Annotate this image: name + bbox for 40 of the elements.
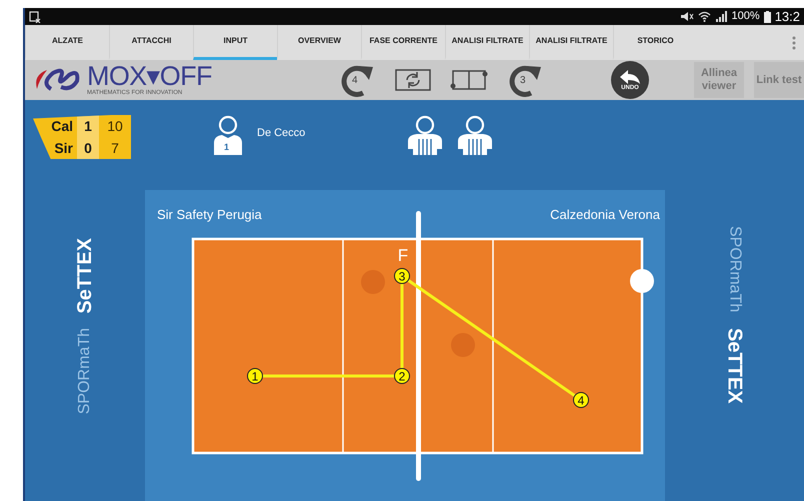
referee-icon [458, 115, 492, 155]
ball-marker [630, 269, 654, 293]
referee-icon [408, 115, 442, 155]
setter-name: De Cecco [257, 126, 306, 141]
team-abbreviation: Cal [50, 116, 74, 136]
team-name: Sir Safety Perugia [157, 206, 262, 224]
player-icon [213, 115, 243, 155]
set-count: 0 [77, 137, 99, 159]
set-count: 1 [77, 115, 99, 137]
point-count: 7 [110, 138, 120, 158]
rotation-count: 4 [352, 74, 358, 88]
net-label: F [398, 246, 408, 265]
brand-tagline: SPORmaTh [726, 226, 744, 312]
app-notification-icon [29, 10, 41, 22]
swap-icon [395, 67, 431, 93]
battery-percent: 100% [732, 9, 760, 24]
brand-wordmark: SeTTEX [724, 328, 746, 404]
point-count: 10 [106, 116, 124, 136]
battery-icon [764, 10, 771, 22]
jersey-number: 1 [224, 142, 230, 152]
team-name: Calzedonia Verona [550, 206, 660, 224]
rotation-count: 3 [520, 74, 526, 88]
touch-marker: 3 [394, 268, 410, 284]
rotate-icon [339, 63, 375, 97]
undo-icon [619, 68, 641, 84]
mute-icon [680, 11, 694, 22]
touch-marker: 4 [573, 392, 589, 408]
rotate-button[interactable]: 4 [337, 61, 377, 99]
logo-wordmark: MOX▾OFF [87, 63, 212, 89]
brand-tagline: SPORmaTh [76, 328, 94, 414]
team-abbreviation: Sir [53, 138, 74, 158]
touch-marker: 2 [394, 368, 410, 384]
brand-wordmark: SeTTEX [74, 238, 96, 314]
touch-marker: 1 [247, 368, 263, 384]
rotate-button[interactable]: 3 [505, 61, 545, 99]
clock: 13:2 [774, 8, 800, 26]
signal-icon [714, 11, 728, 22]
rotate-icon [507, 63, 543, 97]
wifi-icon [698, 11, 711, 22]
overflow-menu-icon[interactable] [792, 36, 796, 50]
